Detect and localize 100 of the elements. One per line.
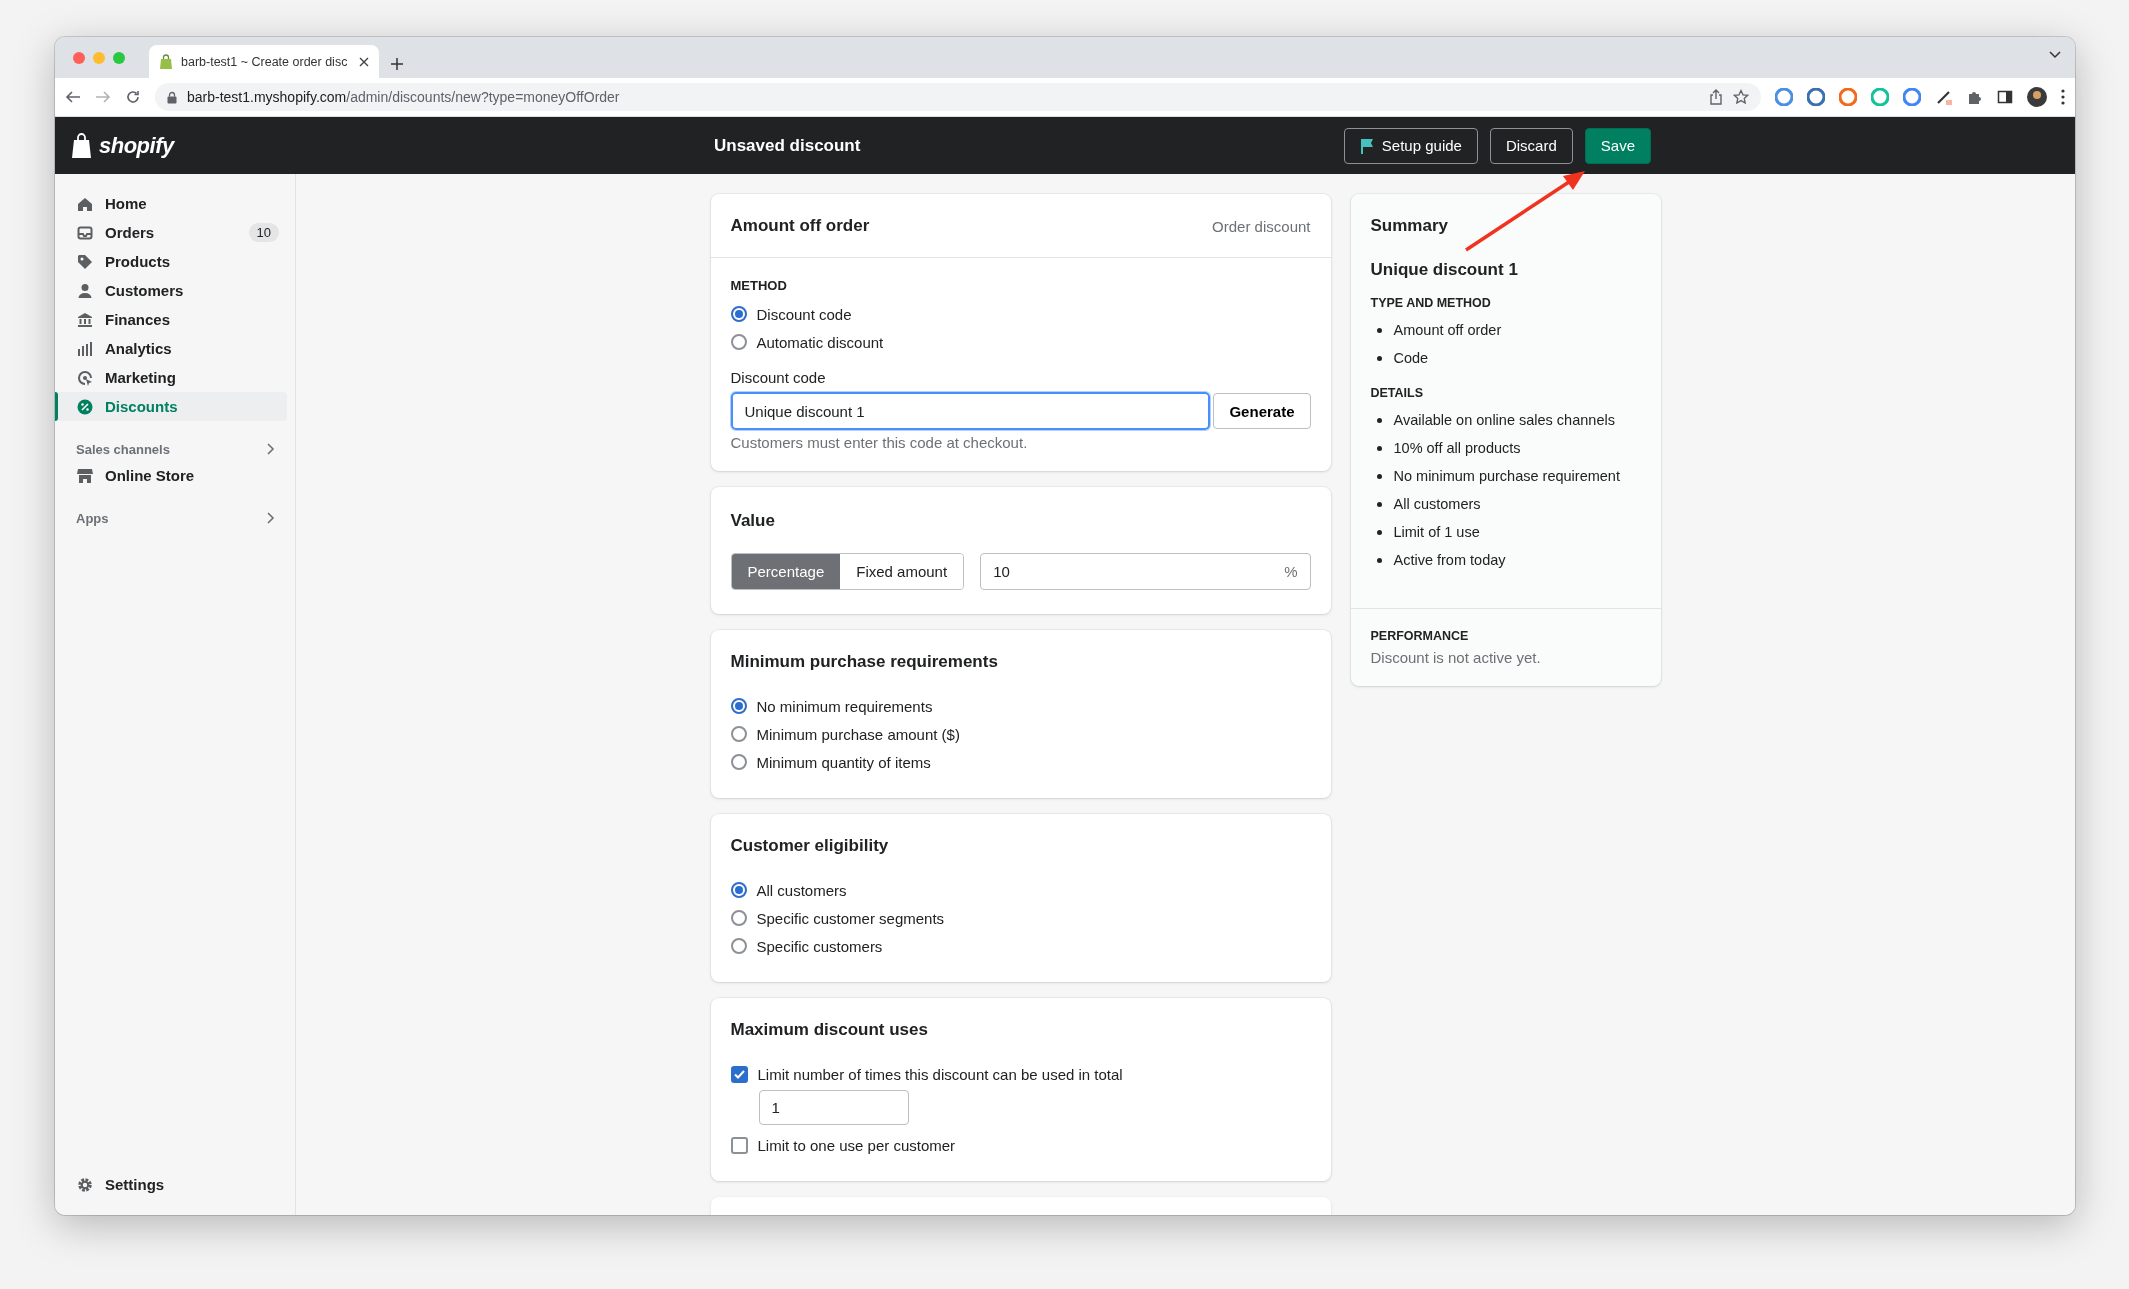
home-icon	[77, 195, 93, 212]
field-value: 10	[993, 563, 1010, 580]
chevron-right-icon[interactable]	[267, 443, 275, 455]
setup-guide-button[interactable]: Setup guide	[1343, 127, 1478, 164]
card-title: Maximum discount uses	[730, 1020, 929, 1040]
bullet-icon	[1376, 501, 1382, 507]
card-subtitle: Order discount	[1212, 217, 1311, 235]
option-label[interactable]: All customers	[756, 881, 847, 899]
save-button[interactable]: Save	[1584, 127, 1651, 164]
radio-button[interactable]	[730, 938, 747, 954]
radio-button[interactable]	[730, 754, 747, 770]
extension-icon[interactable]	[1807, 88, 1825, 106]
bullet-icon	[1376, 529, 1382, 535]
section-heading: TYPE AND METHOD	[1370, 296, 1492, 310]
usage-limit-field[interactable]: 1	[758, 1090, 909, 1125]
option-label[interactable]: Specific customers	[756, 937, 883, 955]
more-icon[interactable]	[2061, 89, 2065, 105]
extension-icon[interactable]	[1775, 88, 1793, 106]
amount-field[interactable]: 10 %	[980, 553, 1311, 590]
checkbox[interactable]	[730, 1065, 748, 1083]
option-label[interactable]: Minimum quantity of items	[756, 753, 931, 771]
puzzle-icon[interactable]	[1967, 89, 1983, 105]
radio-button[interactable]	[730, 910, 747, 926]
tag-icon	[77, 253, 93, 270]
radio-button[interactable]	[730, 698, 747, 714]
card-title: Minimum purchase requirements	[730, 652, 999, 672]
share-icon[interactable]	[1709, 89, 1723, 105]
option-label[interactable]: Limit to one use per customer	[757, 1136, 956, 1154]
discount-code-name: Unique discount 1	[1370, 260, 1519, 280]
nav-item[interactable]: Products	[55, 247, 287, 276]
reload-icon[interactable]	[125, 89, 141, 105]
shopping-bag-icon	[71, 132, 93, 159]
gear-icon	[77, 1176, 93, 1193]
page-title: Unsaved discount	[714, 135, 862, 156]
count-badge: 10	[248, 223, 279, 242]
badge-percent-icon	[77, 398, 93, 415]
card-title: Amount off order	[730, 216, 870, 236]
option-label[interactable]: Discount code	[756, 305, 852, 323]
nav-item[interactable]: Discounts	[55, 392, 287, 421]
summary-item: Amount off order	[1393, 321, 1502, 339]
pen-icon[interactable]	[1935, 88, 1953, 106]
checkbox[interactable]	[730, 1136, 748, 1154]
nav-item[interactable]: Customers	[55, 276, 287, 305]
section-heading: DETAILS	[1370, 386, 1425, 400]
radio-button[interactable]	[730, 334, 747, 350]
summary-item: Limit of 1 use	[1393, 523, 1480, 541]
bar-chart-icon	[77, 340, 93, 357]
discount-code-field[interactable]: Unique discount 1	[730, 392, 1211, 430]
extension-icon[interactable]	[1839, 88, 1857, 106]
help-text: Customers must enter this code at checkout.	[730, 434, 1029, 451]
nav-item[interactable]: Online Store	[55, 461, 287, 490]
card-title: Summary	[1370, 216, 1449, 236]
back-icon[interactable]	[65, 89, 81, 105]
card-title: Value	[730, 511, 776, 531]
address-bar[interactable]: barb-test1.myshopify.com/admin/discounts/new?type=moneyOffOrder	[155, 83, 1761, 111]
chevron-right-icon[interactable]	[267, 512, 275, 524]
card-title: Customer eligibility	[730, 836, 890, 856]
segment-button[interactable]: Percentage	[731, 554, 841, 589]
option-label[interactable]: Minimum purchase amount ($)	[756, 725, 960, 743]
chevron-down-icon[interactable]	[2049, 51, 2061, 59]
nav-item[interactable]: Analytics	[55, 334, 287, 363]
option-label[interactable]: Specific customer segments	[756, 909, 945, 927]
url-text: barb-test1.myshopify.com/admin/discounts/new?type=moneyOffOrder	[187, 89, 620, 105]
nav-item[interactable]: Orders 10	[55, 218, 287, 247]
radio-button[interactable]	[730, 726, 747, 742]
plus-icon[interactable]	[391, 58, 403, 70]
section-heading: Apps	[76, 510, 109, 526]
option-label[interactable]: No minimum requirements	[756, 697, 933, 715]
field-label: Discount code	[730, 369, 827, 386]
summary-item: Active from today	[1393, 551, 1506, 569]
shopping-bag-icon	[159, 53, 173, 70]
bullet-icon	[1376, 417, 1382, 423]
storefront-icon	[77, 467, 93, 484]
performance-text: Discount is not active yet.	[1370, 649, 1542, 666]
generate-button[interactable]: Generate	[1213, 393, 1311, 429]
star-icon[interactable]	[1733, 89, 1749, 105]
nav-item[interactable]: Finances	[55, 305, 287, 334]
summary-item: No minimum purchase requirement	[1393, 467, 1620, 485]
nav-item[interactable]: Settings	[55, 1170, 287, 1199]
bullet-icon	[1376, 473, 1382, 479]
target-cursor-icon	[77, 369, 93, 386]
summary-item: Available on online sales channels	[1393, 411, 1615, 429]
bullet-icon	[1376, 445, 1382, 451]
summary-item: Code	[1393, 349, 1429, 367]
close-icon[interactable]	[359, 56, 369, 67]
section-heading: PERFORMANCE	[1370, 629, 1470, 643]
browser-tab[interactable]: barb-test1 ~ Create order disc	[149, 45, 379, 78]
bank-icon	[77, 311, 93, 328]
sidebar-icon[interactable]	[1997, 89, 2013, 105]
option-label[interactable]: Automatic discount	[756, 333, 884, 351]
summary-item: All customers	[1393, 495, 1481, 513]
radio-button[interactable]	[730, 306, 747, 322]
radio-button[interactable]	[730, 882, 747, 898]
lock-icon	[167, 90, 177, 104]
bullet-icon	[1376, 327, 1382, 333]
discard-button[interactable]: Discard	[1489, 127, 1573, 164]
avatar-icon[interactable]	[2027, 87, 2047, 107]
nav-item[interactable]: Home	[55, 189, 287, 218]
option-label[interactable]: Limit number of times this discount can be used in total	[757, 1065, 1123, 1083]
nav-item[interactable]: Marketing	[55, 363, 287, 392]
